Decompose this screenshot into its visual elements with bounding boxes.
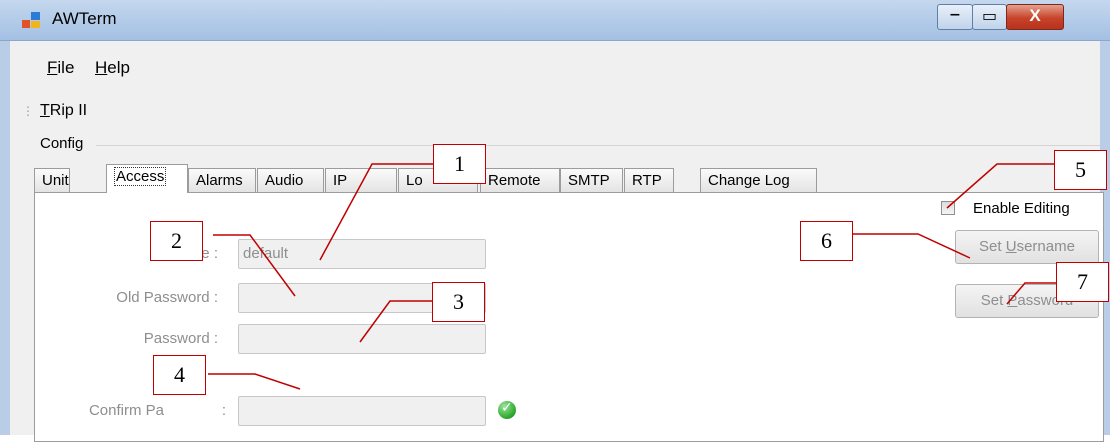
leader-line-3 xyxy=(359,300,433,343)
callout-4: 4 xyxy=(153,355,206,395)
callout-2: 2 xyxy=(150,221,203,261)
leader-line-2 xyxy=(213,234,296,297)
leader-line-7 xyxy=(1006,282,1057,305)
app-window: AWTerm ‒ ▭ X File Help ⋮ TRip II Config … xyxy=(0,0,1110,442)
callout-6: 6 xyxy=(800,221,853,261)
callout-3: 3 xyxy=(432,282,485,322)
leader-line-4 xyxy=(208,373,301,390)
leader-line-5 xyxy=(946,163,1055,209)
leader-line-1 xyxy=(319,163,434,261)
callout-1: 1 xyxy=(433,144,486,184)
callout-7: 7 xyxy=(1056,262,1109,302)
callout-5: 5 xyxy=(1054,150,1107,190)
leader-line-6 xyxy=(853,233,971,259)
